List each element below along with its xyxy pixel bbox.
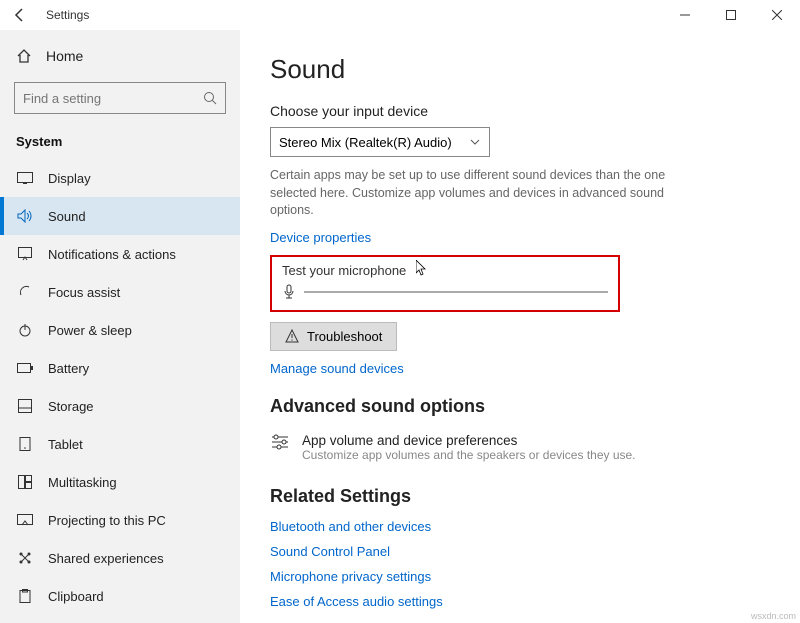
nav-projecting[interactable]: Projecting to this PC: [0, 501, 240, 539]
sidebar: Home System Display Sound Notifications …: [0, 30, 240, 623]
minimize-button[interactable]: [662, 0, 708, 30]
search-input[interactable]: [23, 91, 203, 106]
input-device-label: Choose your input device: [270, 103, 760, 119]
nav-label: Shared experiences: [48, 551, 164, 566]
category-label: System: [0, 128, 240, 159]
microphone-icon: [282, 284, 296, 300]
display-icon: [16, 169, 34, 187]
test-microphone-label: Test your microphone: [282, 263, 608, 278]
tablet-icon: [16, 435, 34, 453]
nav-clipboard[interactable]: Clipboard: [0, 577, 240, 615]
home-icon: [16, 48, 32, 64]
nav-label: Clipboard: [48, 589, 104, 604]
storage-icon: [16, 397, 34, 415]
nav-battery[interactable]: Battery: [0, 349, 240, 387]
nav-sound[interactable]: Sound: [0, 197, 240, 235]
app-volume-preferences[interactable]: App volume and device preferences Custom…: [270, 429, 760, 466]
nav-power-sleep[interactable]: Power & sleep: [0, 311, 240, 349]
maximize-button[interactable]: [708, 0, 754, 30]
nav-tablet[interactable]: Tablet: [0, 425, 240, 463]
input-device-selected: Stereo Mix (Realtek(R) Audio): [279, 135, 452, 150]
related-heading: Related Settings: [270, 486, 760, 507]
nav-label: Focus assist: [48, 285, 120, 300]
nav-storage[interactable]: Storage: [0, 387, 240, 425]
input-device-dropdown[interactable]: Stereo Mix (Realtek(R) Audio): [270, 127, 490, 157]
clipboard-icon: [16, 587, 34, 605]
close-button[interactable]: [754, 0, 800, 30]
watermark: wsxdn.com: [751, 611, 796, 621]
nav-display[interactable]: Display: [0, 159, 240, 197]
nav-focus-assist[interactable]: Focus assist: [0, 273, 240, 311]
manage-sound-devices-link[interactable]: Manage sound devices: [270, 361, 760, 376]
nav-label: Storage: [48, 399, 94, 414]
warning-icon: [285, 329, 299, 343]
nav-label: Battery: [48, 361, 89, 376]
nav-multitasking[interactable]: Multitasking: [0, 463, 240, 501]
nav-label: Tablet: [48, 437, 83, 452]
multitasking-icon: [16, 473, 34, 491]
search-box[interactable]: [14, 82, 226, 114]
pref-sub: Customize app volumes and the speakers o…: [302, 448, 636, 462]
related-bluetooth-link[interactable]: Bluetooth and other devices: [270, 519, 760, 534]
notifications-icon: [16, 245, 34, 263]
troubleshoot-button[interactable]: Troubleshoot: [270, 322, 397, 351]
window-title: Settings: [46, 8, 89, 22]
pref-title: App volume and device preferences: [302, 433, 636, 448]
input-device-description: Certain apps may be set up to use differ…: [270, 167, 690, 220]
troubleshoot-label: Troubleshoot: [307, 329, 382, 344]
chevron-down-icon: [469, 136, 481, 148]
power-icon: [16, 321, 34, 339]
device-properties-link[interactable]: Device properties: [270, 230, 760, 245]
page-title: Sound: [270, 54, 760, 85]
search-icon: [203, 91, 217, 105]
battery-icon: [16, 359, 34, 377]
shared-icon: [16, 549, 34, 567]
nav-label: Sound: [48, 209, 86, 224]
home-nav[interactable]: Home: [0, 38, 240, 74]
content-area: Sound Choose your input device Stereo Mi…: [240, 30, 800, 623]
projecting-icon: [16, 511, 34, 529]
nav-shared-experiences[interactable]: Shared experiences: [0, 539, 240, 577]
back-button[interactable]: [8, 3, 32, 27]
focus-assist-icon: [16, 283, 34, 301]
nav-label: Multitasking: [48, 475, 117, 490]
related-microphone-privacy-link[interactable]: Microphone privacy settings: [270, 569, 760, 584]
nav-label: Display: [48, 171, 91, 186]
sliders-icon: [270, 433, 290, 451]
nav-notifications[interactable]: Notifications & actions: [0, 235, 240, 273]
nav-label: Power & sleep: [48, 323, 132, 338]
home-label: Home: [46, 48, 83, 64]
nav-label: Notifications & actions: [48, 247, 176, 262]
microphone-level-bar: [304, 291, 608, 293]
advanced-heading: Advanced sound options: [270, 396, 760, 417]
related-sound-control-panel-link[interactable]: Sound Control Panel: [270, 544, 760, 559]
test-microphone-section: Test your microphone: [270, 255, 620, 312]
nav-label: Projecting to this PC: [48, 513, 166, 528]
related-ease-of-access-link[interactable]: Ease of Access audio settings: [270, 594, 760, 609]
sound-icon: [16, 207, 34, 225]
